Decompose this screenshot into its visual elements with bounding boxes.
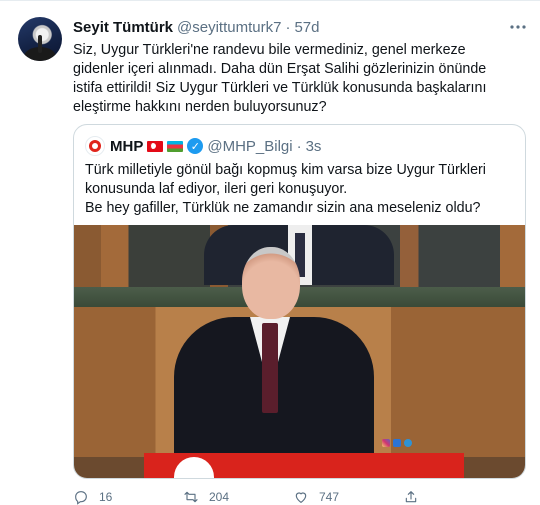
quote-video-thumbnail[interactable] [74, 225, 525, 478]
reply-icon [75, 491, 87, 505]
header-separator: · [285, 18, 291, 36]
more-dots-icon[interactable] [508, 17, 528, 37]
quote-text-line: konusunda laf ediyor, ileri geri konuşuy… [85, 181, 348, 197]
tweet[interactable]: Seyit Tümtürk @seyittumturk7 · 57d Siz, … [0, 0, 540, 505]
reply-button[interactable]: 16 [73, 489, 183, 505]
tweet-actions: 16 204 747 [73, 488, 513, 505]
facebook-icon [393, 439, 401, 447]
quote-text-line: Be hey gafiller, Türklük ne zamandır siz… [85, 200, 481, 216]
author-avatar[interactable] [18, 17, 62, 61]
quote-text: Türk milletiyle gönül bağı kopmuş kim va… [85, 161, 515, 218]
author-name[interactable]: Seyit Tümtürk [73, 19, 173, 36]
quote-author-handle[interactable]: @MHP_Bilgi [207, 138, 292, 155]
share-button[interactable] [403, 489, 513, 505]
quote-time[interactable]: 3s [306, 138, 322, 155]
like-count: 747 [319, 490, 340, 504]
quote-author-name[interactable]: MHP [110, 138, 143, 155]
mhp-avatar[interactable] [85, 136, 105, 156]
tweet-text: Siz, Uygur Türkleri'ne randevu bile verm… [73, 42, 487, 115]
turkey-flag-icon [147, 140, 164, 152]
quote-header: MHP ✓ @MHP_Bilgi · 3s [85, 136, 321, 156]
speaker-head [242, 247, 300, 319]
speaker-tie [262, 323, 278, 413]
heart-icon [295, 492, 307, 503]
tweet-time[interactable]: 57d [294, 19, 319, 36]
reply-count: 16 [99, 490, 113, 504]
video-watermark [382, 439, 412, 447]
azerbaijan-flag-icon [167, 140, 184, 152]
like-button[interactable]: 747 [293, 489, 403, 505]
quote-text-line: Türk milletiyle gönül bağı kopmuş kim va… [85, 162, 486, 178]
tweet-header: Seyit Tümtürk @seyittumturk7 · 57d [73, 17, 319, 37]
avatar-microphone [38, 35, 42, 53]
retweet-icon [184, 491, 198, 503]
verified-badge-icon: ✓ [187, 138, 204, 154]
retweet-button[interactable]: 204 [183, 489, 293, 505]
share-icon [405, 491, 417, 503]
instagram-icon [382, 439, 390, 447]
retweet-count: 204 [209, 490, 230, 504]
twitter-icon [404, 439, 412, 447]
green-bench-rail [74, 287, 525, 307]
quote-separator: · [296, 137, 302, 155]
quoted-tweet[interactable]: MHP ✓ @MHP_Bilgi · 3s Türk milletiyle gö… [73, 124, 526, 479]
author-handle[interactable]: @seyittumturk7 [177, 19, 281, 36]
